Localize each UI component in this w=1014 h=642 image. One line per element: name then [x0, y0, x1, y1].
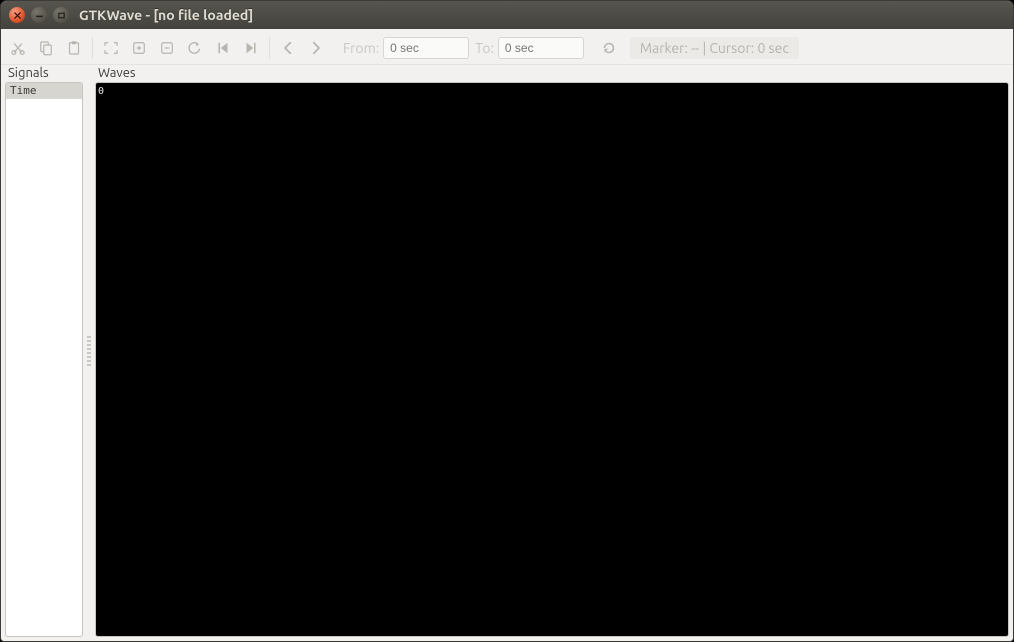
undo-icon — [186, 39, 204, 57]
chevron-left-icon — [279, 39, 297, 57]
zoom-out-button[interactable] — [154, 35, 180, 61]
status-box: Marker: -- | Cursor: 0 sec — [630, 37, 799, 59]
signals-pane: Signals Time — [5, 65, 83, 637]
zoom-fit-icon — [102, 39, 120, 57]
app-window: GTKWave - [no file loaded] — [0, 0, 1014, 642]
scissors-icon — [9, 39, 27, 57]
go-start-button[interactable] — [210, 35, 236, 61]
zoom-out-icon — [158, 39, 176, 57]
signal-row-time[interactable]: Time — [6, 83, 82, 99]
signals-header: Signals — [5, 65, 83, 82]
toolbar-separator — [269, 37, 270, 59]
cursor-value: 0 sec — [757, 40, 788, 56]
marker-value: -- — [691, 40, 699, 56]
paste-button[interactable] — [61, 35, 87, 61]
toolbar-separator — [92, 37, 93, 59]
titlebar: GTKWave - [no file loaded] — [1, 1, 1013, 29]
signals-list[interactable]: Time — [5, 82, 83, 637]
go-start-icon — [214, 39, 232, 57]
zoom-fit-button[interactable] — [98, 35, 124, 61]
copy-button[interactable] — [33, 35, 59, 61]
cut-button[interactable] — [5, 35, 31, 61]
minimize-icon — [35, 11, 44, 20]
maximize-icon — [57, 11, 66, 20]
zoom-in-button[interactable] — [126, 35, 152, 61]
marker-label: Marker: — [640, 40, 688, 56]
from-input[interactable] — [383, 37, 469, 59]
window-maximize-button[interactable] — [53, 7, 69, 23]
to-input[interactable] — [498, 37, 584, 59]
close-icon — [13, 11, 22, 20]
zoom-undo-button[interactable] — [182, 35, 208, 61]
wave-viewport[interactable]: 0 — [95, 82, 1009, 637]
to-label: To: — [475, 40, 494, 56]
reload-icon — [600, 39, 618, 57]
from-label: From: — [343, 40, 379, 56]
cursor-label: Cursor: — [709, 40, 754, 56]
go-end-button[interactable] — [238, 35, 264, 61]
next-edge-button[interactable] — [303, 35, 329, 61]
content-area: Signals Time Waves 0 — [1, 65, 1013, 641]
prev-edge-button[interactable] — [275, 35, 301, 61]
wave-origin-label: 0 — [98, 86, 104, 97]
chevron-right-icon — [307, 39, 325, 57]
window-minimize-button[interactable] — [31, 7, 47, 23]
paste-icon — [65, 39, 83, 57]
splitter-grip-icon — [87, 336, 91, 366]
copy-icon — [37, 39, 55, 57]
reload-button[interactable] — [596, 35, 622, 61]
window-close-button[interactable] — [9, 7, 25, 23]
go-end-icon — [242, 39, 260, 57]
pane-splitter[interactable] — [86, 65, 92, 637]
window-title: GTKWave - [no file loaded] — [79, 7, 253, 23]
waves-header: Waves — [95, 65, 1009, 82]
waves-pane: Waves 0 — [95, 65, 1009, 637]
toolbar: From: To: Marker: -- | Cursor: 0 sec — [1, 29, 1013, 65]
zoom-in-icon — [130, 39, 148, 57]
